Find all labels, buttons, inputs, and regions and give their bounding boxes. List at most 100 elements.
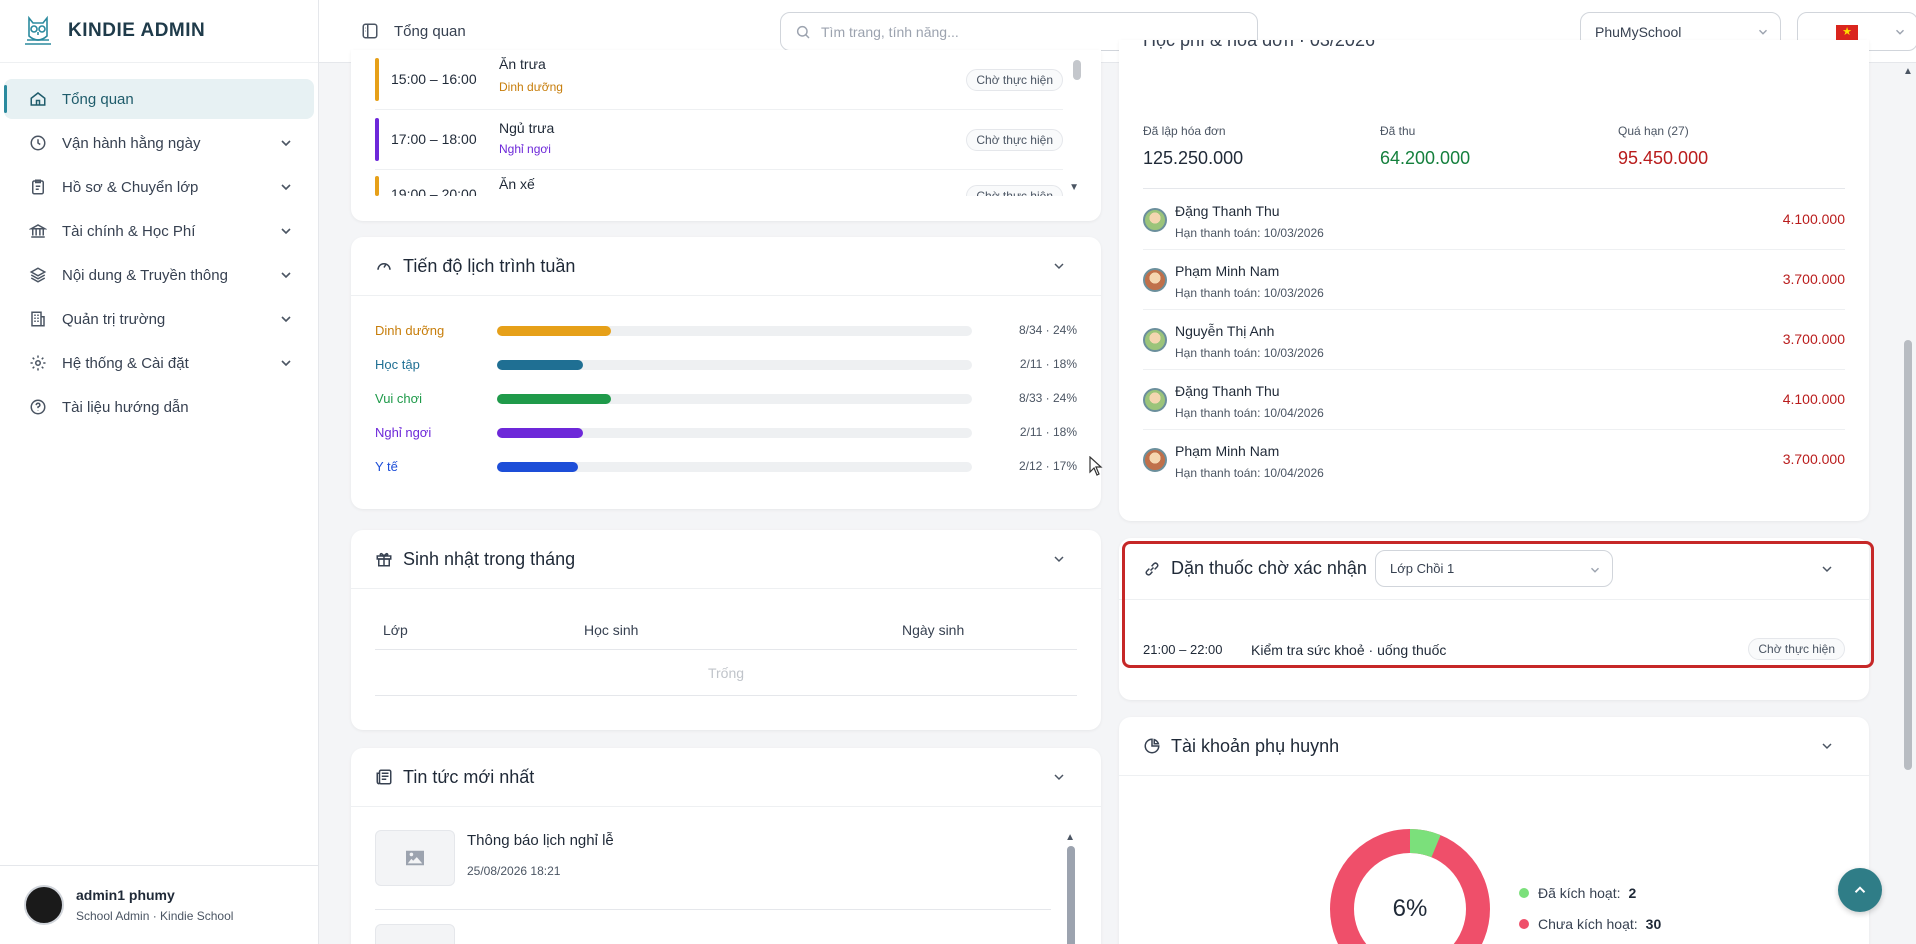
progress-fill bbox=[497, 428, 583, 438]
medicine-row[interactable]: 21:00 – 22:00 Kiểm tra sức khoẻ · uống t… bbox=[1143, 636, 1845, 666]
schedule-row[interactable]: 19:00 – 20:00 Ăn xế Chờ thực hiện bbox=[375, 170, 1063, 196]
chevron-down-icon[interactable] bbox=[1819, 561, 1835, 577]
amount-due: 4.100.000 bbox=[1782, 391, 1845, 407]
chevron-down-icon bbox=[281, 316, 291, 323]
sidebar-item-settings[interactable]: Hệ thống & Cài đặt bbox=[4, 343, 314, 383]
progress-value: 2/12 · 17% bbox=[1018, 459, 1077, 473]
weekly-progress-card: Tiến độ lịch trình tuần Dinh dưỡng 8/34 ·… bbox=[351, 237, 1101, 509]
gear-icon bbox=[28, 353, 48, 373]
scrollbar-thumb[interactable] bbox=[1067, 846, 1075, 944]
schedule-color-bar bbox=[375, 58, 379, 101]
medicine-card: Dặn thuốc chờ xác nhận Lớp Chồi 1 21:00 … bbox=[1119, 538, 1869, 700]
sidebar-item-docs[interactable]: Tài liệu hướng dẫn bbox=[4, 387, 314, 427]
legend-count: 2 bbox=[1628, 885, 1637, 901]
legend-dot bbox=[1519, 888, 1529, 898]
page-scrollbar-thumb[interactable] bbox=[1904, 340, 1912, 770]
invoice-row[interactable]: Phạm Minh Nam Hạn thanh toán: 10/03/2026 3… bbox=[1143, 250, 1845, 310]
sidebar-item-label: Nội dung & Truyền thông bbox=[62, 266, 228, 284]
student-avatar bbox=[1143, 328, 1167, 352]
clipboard-icon bbox=[28, 177, 48, 197]
schedule-row[interactable]: 15:00 – 16:00 Ăn trưa Dinh dưỡng Chờ thự… bbox=[375, 50, 1063, 110]
column-header: Lớp bbox=[383, 622, 408, 638]
progress-fill bbox=[497, 360, 583, 370]
chevron-down-icon bbox=[1591, 567, 1599, 573]
newspaper-icon bbox=[375, 768, 393, 786]
schedule-activity: Ăn xế bbox=[499, 176, 535, 192]
scrollbar-thumb[interactable] bbox=[1073, 60, 1081, 80]
progress-row: Nghỉ ngơi 2/11 · 18% bbox=[375, 423, 1077, 443]
student-name: Đặng Thanh Thu bbox=[1175, 383, 1280, 399]
amount-due: 3.700.000 bbox=[1782, 271, 1845, 287]
sidebar-toggle-icon[interactable] bbox=[361, 22, 379, 40]
schedule-category: Nghỉ ngơi bbox=[499, 142, 551, 156]
amount-due: 3.700.000 bbox=[1782, 331, 1845, 347]
sidebar-item-label: Tài liệu hướng dẫn bbox=[62, 398, 189, 416]
progress-label: Học tập bbox=[375, 357, 420, 372]
progress-track bbox=[497, 428, 972, 438]
home-icon bbox=[28, 89, 48, 109]
sidebar-item-content[interactable]: Nội dung & Truyền thông bbox=[4, 255, 314, 295]
chevron-down-icon[interactable] bbox=[1819, 738, 1835, 754]
chevron-down-icon[interactable] bbox=[1051, 551, 1067, 567]
sidebar-item-label: Vận hành hằng ngày bbox=[62, 134, 201, 152]
link-icon bbox=[1143, 560, 1161, 578]
card-header[interactable]: Tài khoản phụ huynh bbox=[1119, 717, 1869, 776]
sidebar-item-label: Tổng quan bbox=[62, 90, 134, 108]
schedule-row[interactable]: 17:00 – 18:00 Ngủ trưa Nghỉ ngơi Chờ thự… bbox=[375, 110, 1063, 170]
scroll-down-icon[interactable]: ▼ bbox=[1069, 182, 1079, 193]
user-profile[interactable]: admin1 phumy School Admin · Kindie Schoo… bbox=[0, 865, 318, 944]
search-input[interactable] bbox=[821, 23, 1241, 40]
progress-row: Học tập 2/11 · 18% bbox=[375, 355, 1077, 375]
schedule-time: 17:00 – 18:00 bbox=[391, 131, 477, 147]
invoice-row[interactable]: Phạm Minh Nam Hạn thanh toán: 10/04/2026 3… bbox=[1143, 430, 1845, 490]
progress-label: Vui chơi bbox=[375, 391, 423, 406]
user-role: School Admin · Kindie School bbox=[76, 909, 234, 923]
sidebar-item-finance[interactable]: Tài chính & Học Phí bbox=[4, 211, 314, 251]
scroll-up-icon[interactable]: ▲ bbox=[1065, 832, 1075, 843]
news-card: Tin tức mới nhất Thông báo lịch nghỉ lễ … bbox=[351, 748, 1101, 944]
layers-icon bbox=[28, 265, 48, 285]
schedule-category: Dinh dưỡng bbox=[499, 80, 563, 94]
class-select[interactable]: Lớp Chồi 1 bbox=[1375, 550, 1613, 587]
schedule-activity: Ăn trưa bbox=[499, 56, 546, 72]
chevron-down-icon[interactable] bbox=[1051, 769, 1067, 785]
sidebar-item-daily-operations[interactable]: Vận hành hằng ngày bbox=[4, 123, 314, 163]
sidebar-item-overview[interactable]: Tổng quan bbox=[4, 79, 314, 119]
card-header[interactable]: Tiến độ lịch trình tuần bbox=[351, 237, 1101, 296]
card-header[interactable]: Dặn thuốc chờ xác nhận Lớp Chồi 1 bbox=[1119, 538, 1869, 600]
news-title: Thông báo lịch nghỉ lễ bbox=[467, 832, 614, 849]
progress-track bbox=[497, 326, 972, 336]
invoice-row[interactable]: Đặng Thanh Thu Hạn thanh toán: 10/04/2026… bbox=[1143, 370, 1845, 430]
card-header[interactable]: Tin tức mới nhất bbox=[351, 748, 1101, 807]
card-header[interactable]: Sinh nhật trong tháng bbox=[351, 530, 1101, 589]
progress-label: Y tế bbox=[375, 459, 398, 474]
status-badge: Chờ thực hiện bbox=[966, 69, 1063, 91]
brand[interactable]: KINDIE ADMIN bbox=[0, 0, 318, 63]
chevron-down-icon[interactable] bbox=[1051, 258, 1067, 274]
class-select-value: Lớp Chồi 1 bbox=[1390, 561, 1455, 576]
sidebar-item-label: Tài chính & Học Phí bbox=[62, 222, 196, 240]
stat-overdue: Quá hạn (27) 95.450.000 bbox=[1618, 124, 1708, 169]
sidebar: KINDIE ADMIN Tổng quan Vận hành hằng ngà… bbox=[0, 0, 319, 944]
invoice-row[interactable]: Nguyễn Thị Anh Hạn thanh toán: 10/03/2026… bbox=[1143, 310, 1845, 370]
mouse-cursor-icon bbox=[1089, 456, 1103, 476]
sidebar-item-label: Quản trị trường bbox=[62, 310, 166, 328]
gift-icon bbox=[375, 550, 393, 568]
user-name: admin1 phumy bbox=[76, 887, 175, 903]
column-header: Học sinh bbox=[584, 622, 639, 638]
invoice-row[interactable]: Đặng Thanh Thu Hạn thanh toán: 10/03/2026… bbox=[1143, 190, 1845, 250]
sidebar-item-school-admin[interactable]: Quản trị trường bbox=[4, 299, 314, 339]
page-scroll-up-icon[interactable]: ▲ bbox=[1903, 66, 1913, 77]
clock-icon bbox=[28, 133, 48, 153]
card-title: Tiến độ lịch trình tuần bbox=[403, 255, 576, 276]
scroll-to-top-button[interactable] bbox=[1838, 868, 1882, 912]
bank-icon bbox=[28, 221, 48, 241]
card-title: Sinh nhật trong tháng bbox=[403, 548, 576, 569]
stat-value: 95.450.000 bbox=[1618, 148, 1709, 168]
schedule-color-bar bbox=[375, 118, 379, 161]
due-date: Hạn thanh toán: 10/03/2026 bbox=[1175, 346, 1324, 360]
news-item[interactable]: Thông báo lịch nghỉ lễ 25/08/2026 18:21 bbox=[375, 830, 1051, 910]
parent-accounts-card: Tài khoản phụ huynh 6% Đã kích hoạt: 2 C… bbox=[1119, 717, 1869, 944]
status-badge: Chờ thực hiện bbox=[1748, 638, 1845, 660]
sidebar-item-records[interactable]: Hồ sơ & Chuyển lớp bbox=[4, 167, 314, 207]
